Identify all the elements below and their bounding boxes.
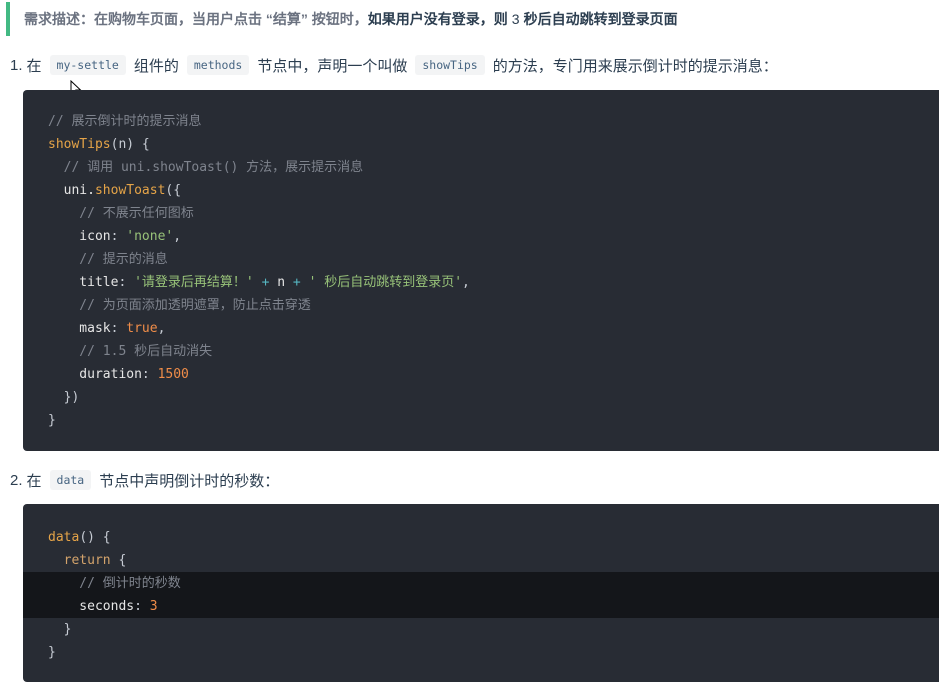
code-line: duration: 1500 [48, 367, 189, 382]
code-line: // 调用 uni.showToast() 方法，展示提示消息 [48, 160, 364, 175]
requirement-suffix: 秒后自动跳转到登录页面 [523, 11, 678, 27]
code-line: } [48, 622, 72, 637]
inline-code-data: data [49, 470, 92, 490]
requirement-prefix: 需求描述：在购物车页面，当用户点击 “结算” 按钮时， [24, 11, 368, 27]
code-line: // 为页面添加透明遮罩，防止点击穿透 [48, 298, 311, 313]
code-line: return { [48, 553, 127, 568]
code-line: // 展示倒计时的提示消息 [48, 114, 202, 129]
inline-code-showtips: showTips [415, 55, 485, 75]
step-1-text-2: 组件的 [133, 57, 179, 75]
step-1-text-3: 节点中，声明一个叫做 [257, 57, 408, 75]
code-line: icon: 'none', [48, 229, 182, 244]
step-2: 2. 在 data 节点中声明倒计时的秒数： [10, 468, 279, 492]
requirement-number: 3 [511, 11, 520, 27]
inline-code-my-settle: my-settle [49, 55, 126, 75]
step-2-text-2: 节点中声明倒计时的秒数： [99, 472, 280, 490]
code-block-data: data() { return { // 倒计时的秒数 seconds: 3 }… [23, 504, 939, 682]
inline-code-methods: methods [186, 55, 250, 75]
code-line: showTips(n) { [48, 137, 150, 152]
step-2-text-1: 在 [26, 472, 42, 490]
code-line: title: '请登录后再结算！' + n + ' 秒后自动跳转到登录页', [48, 275, 470, 290]
step-1: 1. 在 my-settle 组件的 methods 节点中，声明一个叫做 sh… [10, 53, 778, 77]
code-line: // 提示的消息 [48, 252, 168, 267]
code-line: mask: true, [48, 321, 166, 336]
step-1-number: 1. [10, 56, 23, 74]
code-line: } [48, 645, 56, 660]
requirement-note: 需求描述：在购物车页面，当用户点击 “结算” 按钮时， 如果用户没有登录，则 3… [0, 0, 939, 38]
step-2-number: 2. [10, 471, 23, 489]
step-1-text-1: 在 [26, 57, 42, 75]
code-line: // 1.5 秒后自动消失 [48, 344, 213, 359]
code-block-showtips: // 展示倒计时的提示消息 showTips(n) { // 调用 uni.sh… [23, 90, 939, 451]
code-line-highlighted: seconds: 3 [23, 595, 939, 618]
requirement-strong: 如果用户没有登录，则 [367, 11, 508, 27]
code-line: uni.showToast({ [48, 183, 182, 198]
step-1-text-4: 的方法，专门用来展示倒计时的提示消息： [492, 57, 778, 75]
code-line: }) [48, 390, 80, 405]
code-line: } [48, 413, 56, 428]
code-line: // 不展示任何图标 [48, 206, 194, 221]
blockquote-accent-bar [6, 2, 10, 36]
code-line: data() { [48, 530, 111, 545]
code-line-highlighted: // 倒计时的秒数 [23, 572, 939, 595]
